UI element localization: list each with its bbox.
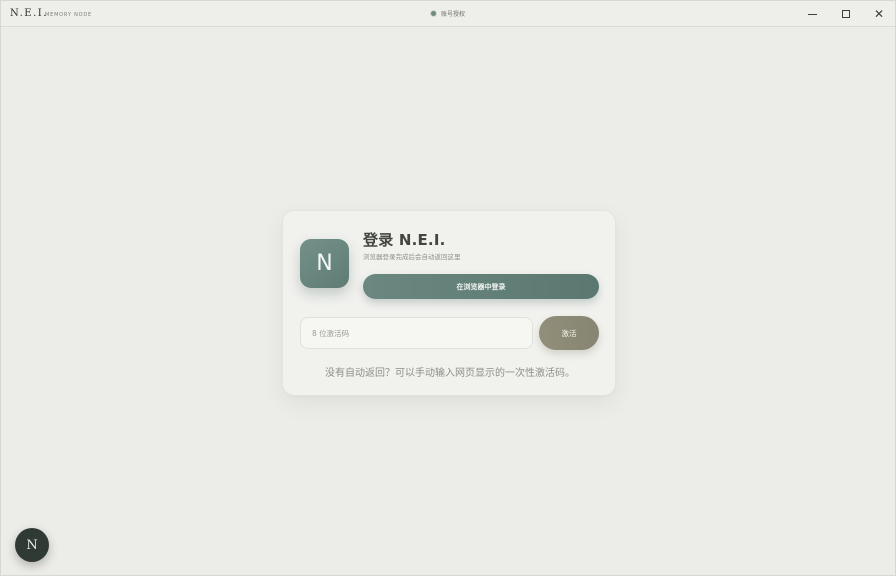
window-title-text: 账号授权	[441, 11, 466, 18]
minimize-button[interactable]	[795, 1, 829, 27]
login-card: N 登录 N.E.I. 浏览器登录完成后会自动返回这里 在浏览器中登录 激活 没…	[282, 210, 616, 396]
manual-code-hint: 没有自动返回？可以手动输入网页显示的一次性激活码。	[325, 368, 575, 379]
window-title: 账号授权	[431, 9, 465, 18]
title-bar[interactable]: N.E.I. MEMORY NODE 账号授权 ✕	[1, 1, 895, 27]
close-icon: ✕	[873, 7, 885, 21]
login-title: 登录 N.E.I.	[363, 231, 446, 249]
minimize-icon	[807, 13, 817, 15]
maximize-button[interactable]	[829, 1, 863, 27]
browser-login-button[interactable]: 在浏览器中登录	[363, 274, 599, 299]
fab-letter: N	[26, 537, 38, 553]
logo-letter: N	[316, 251, 333, 276]
close-button[interactable]: ✕	[862, 1, 896, 27]
app-brand-subtitle: MEMORY NODE	[45, 12, 93, 18]
app-logo: N	[300, 239, 349, 288]
floating-avatar-button[interactable]: N	[15, 528, 49, 562]
activation-code-input[interactable]	[300, 317, 533, 349]
status-dot-icon	[431, 11, 436, 16]
app-brand: N.E.I.	[10, 8, 48, 19]
maximize-icon	[842, 10, 850, 18]
activate-button[interactable]: 激活	[539, 316, 599, 350]
app-window: N.E.I. MEMORY NODE 账号授权 ✕ N 登录 N.E.I. 浏览…	[0, 0, 896, 576]
login-subtitle: 浏览器登录完成后会自动返回这里	[363, 253, 461, 261]
